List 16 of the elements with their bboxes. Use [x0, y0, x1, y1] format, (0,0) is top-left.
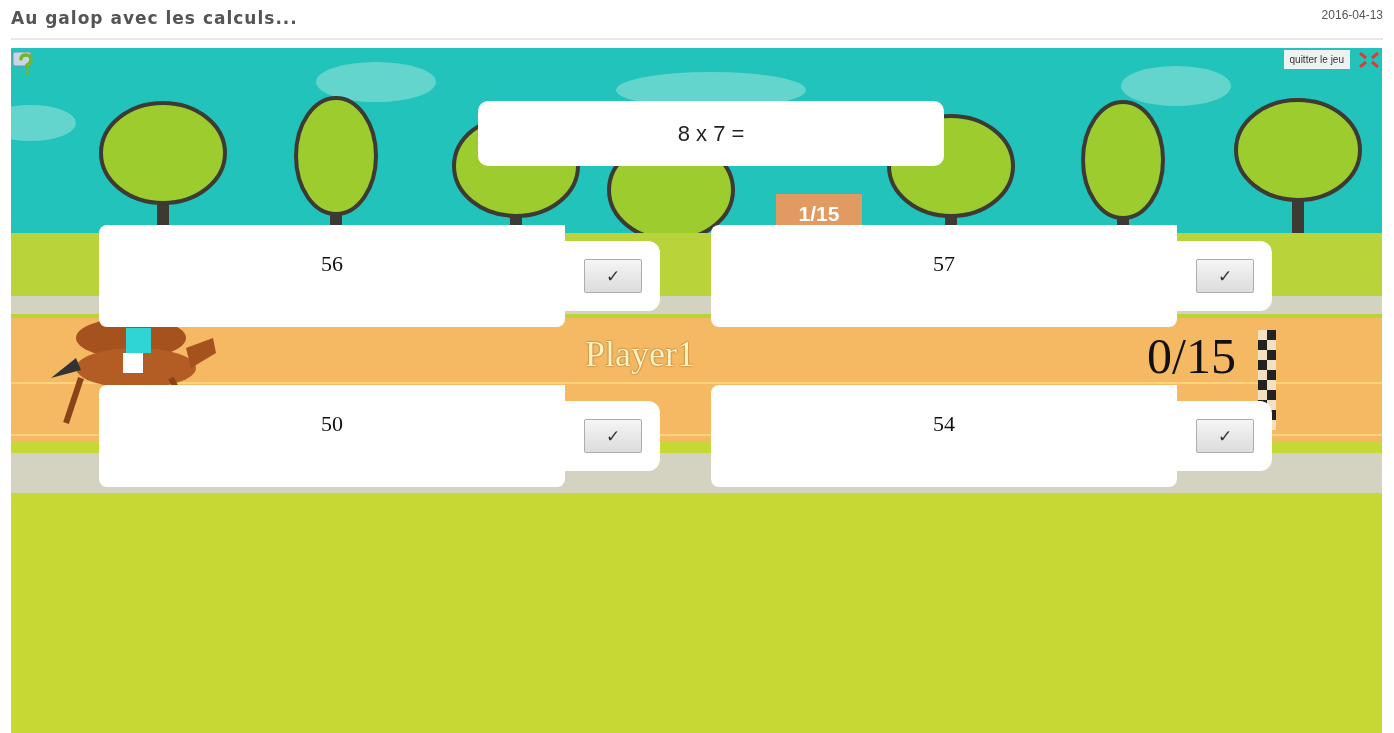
date-text: 2016-04-13 — [1321, 8, 1383, 22]
player-score: 0/15 — [1147, 327, 1236, 385]
page-title: Au galop avec les calculs... — [11, 8, 298, 28]
check-button[interactable]: ✓ — [583, 419, 642, 453]
player-name: Player1 — [584, 333, 696, 375]
check-button[interactable]: ✓ — [583, 259, 642, 293]
check-button[interactable]: ✓ — [1195, 259, 1254, 293]
question-text: 8 x 7 = — [478, 101, 944, 166]
answer-option[interactable]: 54 — [711, 385, 1177, 487]
check-button[interactable]: ✓ — [1195, 419, 1254, 453]
quit-game-button[interactable]: quitter le jeu — [1283, 50, 1350, 69]
progress-sign: 1/15 — [776, 194, 862, 226]
answer-option[interactable]: 56 — [99, 225, 565, 327]
fullscreen-exit-icon[interactable] — [1359, 52, 1379, 68]
answer-option[interactable]: 57 — [711, 225, 1177, 327]
answer-option[interactable]: 50 — [99, 385, 565, 487]
